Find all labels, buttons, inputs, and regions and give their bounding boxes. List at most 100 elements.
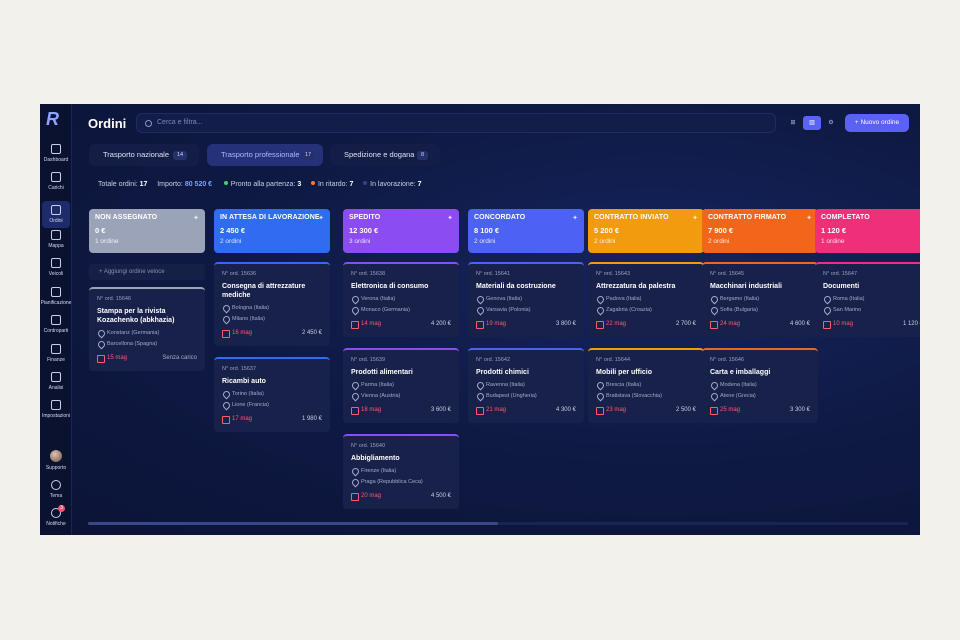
orders-icon [51, 205, 61, 215]
sparkle-icon[interactable]: ✦ [447, 214, 453, 222]
sparkle-icon[interactable]: ✦ [193, 214, 199, 222]
search-input[interactable]: Cerca e filtra... [136, 113, 776, 133]
settings-view-button[interactable]: ⚙ [822, 116, 840, 130]
notification-badge: 3 [58, 505, 65, 512]
order-title: Elettronica di consumo [351, 283, 429, 290]
column-header[interactable]: CONCORDATO 8 100 € 2 ordini ✦ [468, 209, 584, 253]
order-title: Macchinari industriali [710, 283, 782, 290]
column-header[interactable]: CONTRATTO INVIATO 5 200 € 2 ordini ✦ [588, 209, 704, 253]
order-title: Prodotti alimentari [351, 369, 413, 376]
origin-location: Genova (Italia) [476, 296, 576, 302]
sidebar-item-label: Impostazioni [41, 413, 71, 419]
order-card[interactable]: N° ord. 15646 Carta e imballaggi Modena (I… [702, 348, 818, 423]
order-title: Carta e imballaggi [710, 369, 771, 376]
board-view-button[interactable]: ▥ [803, 116, 821, 130]
page-title: Ordini [88, 116, 127, 131]
destination-location: Monaco (Germania) [351, 307, 451, 313]
destination-location: Varsavia (Polonia) [476, 307, 576, 313]
order-amount: 2 450 € [301, 330, 322, 336]
tab-trasporto-professionale[interactable]: Trasporto professionale 17 [207, 144, 323, 166]
due-date: 10 mag [823, 321, 853, 327]
column-total: 5 200 € [594, 226, 620, 235]
sparkle-icon[interactable]: ✦ [572, 214, 578, 222]
due-date: 17 mag [222, 416, 252, 422]
order-card[interactable]: N° ord. 15639 Prodotti alimentari Parma (I… [343, 348, 459, 423]
due-date: 24 mag [710, 321, 740, 327]
order-card[interactable]: N° ord. 15645 Macchinari industriali Berga… [702, 262, 818, 337]
order-number: N° ord. 15638 [351, 271, 385, 277]
sun-icon [51, 480, 61, 490]
order-amount: 2 500 € [675, 407, 696, 413]
column-header[interactable]: COMPLETATO 1 120 € 1 ordine ✦ [815, 209, 920, 253]
order-card[interactable]: N° ord. 15643 Attrezzatura da palestra Pad… [588, 262, 704, 337]
sidebar-item-carichi[interactable]: Carichi [40, 172, 72, 191]
tab-spedizione-dogana[interactable]: Spedizione e dogana 8 [330, 144, 440, 166]
sidebar-item-supporto[interactable]: Supporto [40, 450, 72, 471]
grid-view-button[interactable]: ⊞ [784, 116, 802, 130]
sidebar-item-label: Pianificazione [40, 300, 72, 306]
order-card[interactable]: N° ord. 15642 Prodotti chimici Ravenna (It… [468, 348, 584, 423]
column-header[interactable]: NON ASSEGNATO 0 € 1 ordine ✦ [89, 209, 205, 253]
sidebar-item-impostazioni[interactable]: Impostazioni [40, 400, 72, 419]
sidebar-item-ordini[interactable]: Ordini [42, 201, 70, 228]
map-icon [51, 230, 61, 240]
stats-bar: Totale ordini: 17 Importo: 80 520 € Pron… [98, 181, 422, 188]
tab-trasporto-nazionale[interactable]: Trasporto nazionale 14 [89, 144, 199, 166]
sidebar-item-mappa[interactable]: Mappa [40, 230, 72, 249]
destination-location: Bratislava (Slovacchia) [596, 393, 696, 399]
order-card[interactable]: N° ord. 15638 Elettronica di consumo Veron… [343, 262, 459, 337]
sidebar-item-dashboard[interactable]: Dashboard [40, 144, 72, 163]
new-order-button[interactable]: + Nuovo ordine [845, 114, 909, 132]
sparkle-icon[interactable]: ✦ [919, 214, 920, 222]
sidebar-item-pianificazione[interactable]: Pianificazione [40, 287, 72, 306]
quick-add-order[interactable]: + Aggiungi ordine veloce [89, 264, 205, 280]
people-icon [51, 315, 61, 325]
truck-icon [51, 172, 61, 182]
column-name: COMPLETATO [821, 214, 870, 221]
finance-icon [51, 344, 61, 354]
order-amount: 3 300 € [789, 407, 810, 413]
origin-location: Brescia (Italia) [596, 382, 696, 388]
sparkle-icon[interactable]: ✦ [806, 214, 812, 222]
order-card[interactable]: N° ord. 15644 Mobili per ufficio Brescia (… [588, 348, 704, 423]
order-amount: 2 700 € [675, 321, 696, 327]
column-header[interactable]: CONTRATTO FIRMATO 7 900 € 2 ordini ✦ [702, 209, 818, 253]
origin-location: Torino (Italia) [222, 391, 322, 397]
order-card[interactable]: N° ord. 15641 Materiali da costruzione Gen… [468, 262, 584, 337]
order-card[interactable]: N° ord. 15640 Abbigliamento Firenze (Itali… [343, 434, 459, 509]
sparkle-icon[interactable]: ✦ [692, 214, 698, 222]
due-date: 14 mag [351, 321, 381, 327]
due-date: 20 mag [351, 493, 381, 499]
column-header[interactable]: IN ATTESA DI LAVORAZIONE 2 450 € 2 ordini ✦ [214, 209, 330, 253]
order-number: N° ord. 15644 [596, 357, 630, 363]
sidebar-item-analisi[interactable]: Analisi [40, 372, 72, 391]
sidebar-item-veicoli[interactable]: Veicoli [40, 258, 72, 277]
ready-dot [223, 181, 228, 185]
chart-icon [51, 372, 61, 382]
order-card[interactable]: N° ord. 15636 Consegna di attrezzature me… [214, 262, 330, 346]
sidebar-item-controparti[interactable]: Controparti [40, 315, 72, 334]
sidebar-item-finanze[interactable]: Finanze [40, 344, 72, 363]
sparkle-icon[interactable]: ✦ [318, 214, 324, 222]
board-scrollbar-thumb[interactable] [88, 522, 498, 525]
total-label: Totale ordini: [98, 181, 138, 188]
order-card[interactable]: N° ord. 15637 Ricambi auto Torino (Italia)… [214, 357, 330, 432]
tab-label: Trasporto professionale [221, 150, 300, 159]
tab-label: Spedizione e dogana [344, 150, 415, 159]
destination-location: Praga (Repubblica Ceca) [351, 479, 451, 485]
sidebar-item-notifiche[interactable]: 3 Notifiche [40, 505, 72, 527]
column-name: CONCORDATO [474, 214, 526, 221]
sidebar-item-tema[interactable]: Tema [40, 480, 72, 499]
order-title: Consegna di attrezzature mediche [222, 283, 306, 299]
column-count: 2 ordini [474, 238, 496, 245]
column-count: 2 ordini [708, 238, 730, 245]
column-header[interactable]: SPEDITO 12 300 € 3 ordini ✦ [343, 209, 459, 253]
order-card[interactable]: N° ord. 15647 Documenti Roma (Italia) San M… [815, 262, 920, 337]
order-card[interactable]: N° ord. 15646 Stampa per la rivista Kozac… [89, 287, 205, 371]
column-name: SPEDITO [349, 214, 381, 221]
ready-label: Pronto alla partenza: [230, 181, 296, 188]
sidebar-item-label: Mappa [48, 243, 64, 249]
order-title: Attrezzatura da palestra [596, 283, 676, 290]
column-name: CONTRATTO FIRMATO [708, 214, 787, 221]
origin-location: Parma (Italia) [351, 382, 451, 388]
